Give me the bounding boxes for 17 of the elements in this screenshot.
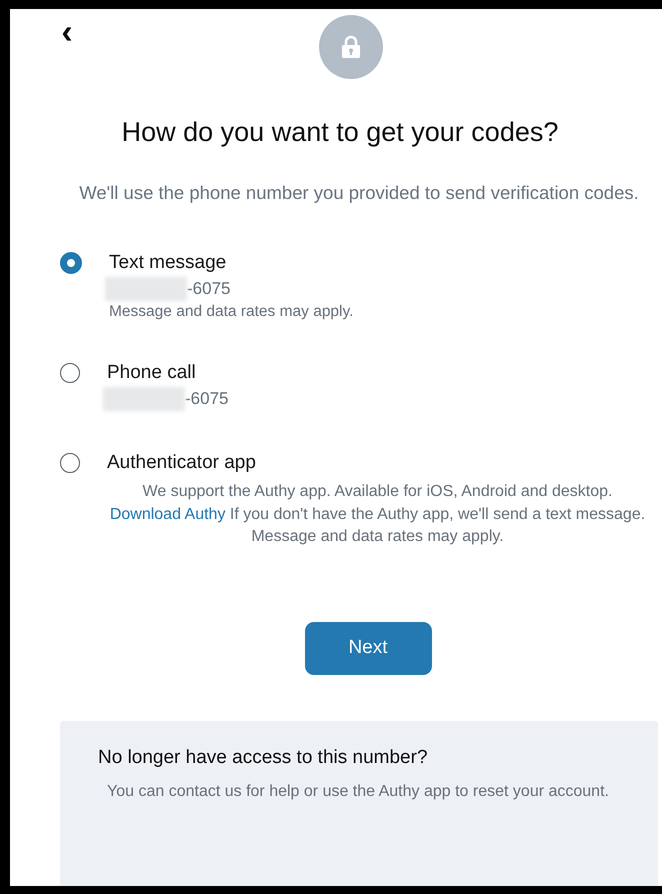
next-button[interactable]: Next	[304, 622, 432, 674]
panel-text: You can contact us for help or use the Authy app to reset your account.	[106, 782, 610, 802]
phone-number: -6075	[185, 389, 228, 409]
phone-number: -6075	[187, 279, 230, 299]
panel-heading: No longer have access to this number?	[98, 746, 429, 768]
download-link[interactable]: Download Authy	[110, 506, 226, 522]
subtitle: We'll use the phone number you provided to send verification codes.	[78, 181, 640, 205]
option-note: Message and data rates may apply.	[109, 302, 354, 322]
option-description: We support the Authy app. Available for iOS, Android and desktop. Download Authy If you don't have the Authy app, we'll send a text message. Message and data rates may apply.	[108, 482, 646, 547]
option-label: Authenticator app	[107, 451, 257, 475]
radio-button[interactable]	[60, 252, 82, 274]
option-label: Phone call	[107, 361, 197, 385]
page-title: How do you want to get your codes?	[120, 117, 560, 148]
radio-button[interactable]	[60, 453, 80, 473]
radio-button[interactable]	[60, 363, 80, 383]
option-label: Text message	[109, 251, 228, 275]
back-button[interactable]: ‹	[60, 15, 74, 49]
